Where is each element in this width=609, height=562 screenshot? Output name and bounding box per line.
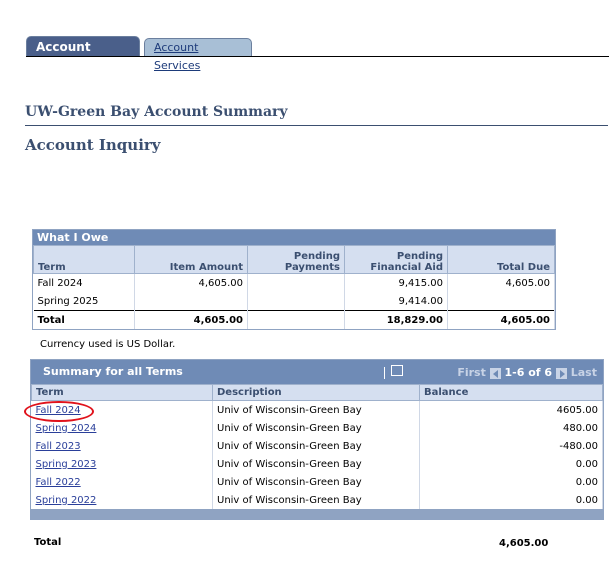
description-cell: Univ of Wisconsin-Green Bay: [212, 491, 420, 509]
balance-cell: 480.00: [419, 419, 603, 437]
summary-title: Summary for all Terms: [43, 365, 183, 378]
balance-cell: 0.00: [419, 473, 603, 491]
table-header-row: Term Item Amount Pending Payments Pending…: [33, 245, 555, 274]
prev-arrow-icon[interactable]: [489, 367, 501, 379]
pending-payments-cell: [247, 292, 345, 311]
total-item-amount: 4,605.00: [134, 310, 248, 329]
table-row: Fall 2024 4,605.00 9,415.00 4,605.00: [33, 273, 555, 292]
what-i-owe-title: What I Owe: [33, 230, 555, 245]
total-label: Total: [33, 310, 135, 329]
table-row: Fall 2023 Univ of Wisconsin-Green Bay -4…: [31, 437, 603, 455]
description-cell: Univ of Wisconsin-Green Bay: [212, 473, 420, 491]
term-link-spring-2024[interactable]: Spring 2024: [36, 423, 97, 434]
summary-grid: Summary for all Terms First 1-6 of 6 Las…: [30, 359, 604, 520]
table-row: Spring 2024 Univ of Wisconsin-Green Bay …: [31, 419, 603, 437]
description-cell: Univ of Wisconsin-Green Bay: [212, 455, 420, 473]
table-row: Spring 2023 Univ of Wisconsin-Green Bay …: [31, 455, 603, 473]
last-link[interactable]: Last: [571, 366, 597, 379]
org-title: UW-Green Bay Account Summary: [25, 104, 288, 120]
column-header-total-due: Total Due: [447, 245, 555, 274]
first-link[interactable]: First: [457, 366, 486, 379]
table-row: Spring 2022 Univ of Wisconsin-Green Bay …: [31, 491, 603, 509]
total-row: Total 4,605.00 18,829.00 4,605.00: [33, 310, 555, 329]
balance-cell: 0.00: [419, 491, 603, 509]
total-due-cell: 4,605.00: [447, 273, 555, 292]
summary-footer: [31, 509, 603, 519]
column-header-term: Term: [31, 384, 213, 401]
grand-total-value: 4,605.00: [499, 538, 549, 549]
item-amount-cell: [134, 292, 248, 311]
table-row: Fall 2022 Univ of Wisconsin-Green Bay 0.…: [31, 473, 603, 491]
balance-cell: 0.00: [419, 455, 603, 473]
table-header-row: Term Description Balance: [31, 384, 603, 401]
tab-account-inquiry[interactable]: Account Inquiry: [26, 36, 140, 74]
term-cell: Fall 2024: [33, 273, 135, 292]
item-amount-cell: 4,605.00: [134, 273, 248, 292]
summary-header: Summary for all Terms First 1-6 of 6 Las…: [31, 360, 603, 384]
description-cell: Univ of Wisconsin-Green Bay: [212, 437, 420, 455]
description-cell: Univ of Wisconsin-Green Bay: [212, 400, 420, 419]
next-arrow-icon[interactable]: [555, 367, 567, 379]
term-cell: Spring 2025: [33, 292, 135, 311]
grand-total-label: Total: [34, 537, 62, 548]
divider: [25, 125, 608, 126]
row-range: 1-6 of 6: [504, 366, 553, 379]
column-header-description: Description: [212, 384, 420, 401]
total-due-cell: [447, 292, 555, 311]
total-pending-payments: [247, 310, 345, 329]
pending-payments-cell: [247, 273, 345, 292]
description-cell: Univ of Wisconsin-Green Bay: [212, 419, 420, 437]
currency-note: Currency used is US Dollar.: [40, 339, 176, 350]
column-header-term: Term: [33, 245, 135, 274]
pending-aid-cell: 9,415.00: [344, 273, 448, 292]
view-all-icon[interactable]: [391, 365, 403, 376]
column-header-balance: Balance: [419, 384, 603, 401]
table-row: Spring 2025 9,414.00: [33, 292, 555, 311]
term-link-fall-2023[interactable]: Fall 2023: [36, 441, 81, 452]
column-header-pending-aid: Pending Financial Aid: [344, 245, 448, 274]
highlight-circle: [24, 401, 94, 422]
term-link-spring-2022[interactable]: Spring 2022: [36, 495, 97, 506]
table-row: Fall 2024 Univ of Wisconsin-Green Bay 46…: [31, 400, 603, 419]
balance-cell: 4605.00: [419, 400, 603, 419]
total-pending-aid: 18,829.00: [344, 310, 448, 329]
page-title: Account Inquiry: [25, 136, 161, 154]
column-header-pending-payments: Pending Payments: [247, 245, 345, 274]
column-header-item-amount: Item Amount: [134, 245, 248, 274]
total-total-due: 4,605.00: [447, 310, 555, 329]
tab-account-services[interactable]: Account Services: [144, 38, 252, 72]
grid-navigation: First 1-6 of 6 Last: [457, 366, 597, 379]
tab-bar: Account Inquiry Account Services: [26, 36, 609, 74]
what-i-owe-table: What I Owe Term Item Amount Pending Payme…: [32, 229, 556, 330]
pending-aid-cell: 9,414.00: [344, 292, 448, 311]
term-link-spring-2023[interactable]: Spring 2023: [36, 459, 97, 470]
separator: [384, 367, 385, 379]
term-link-fall-2022[interactable]: Fall 2022: [36, 477, 81, 488]
balance-cell: -480.00: [419, 437, 603, 455]
